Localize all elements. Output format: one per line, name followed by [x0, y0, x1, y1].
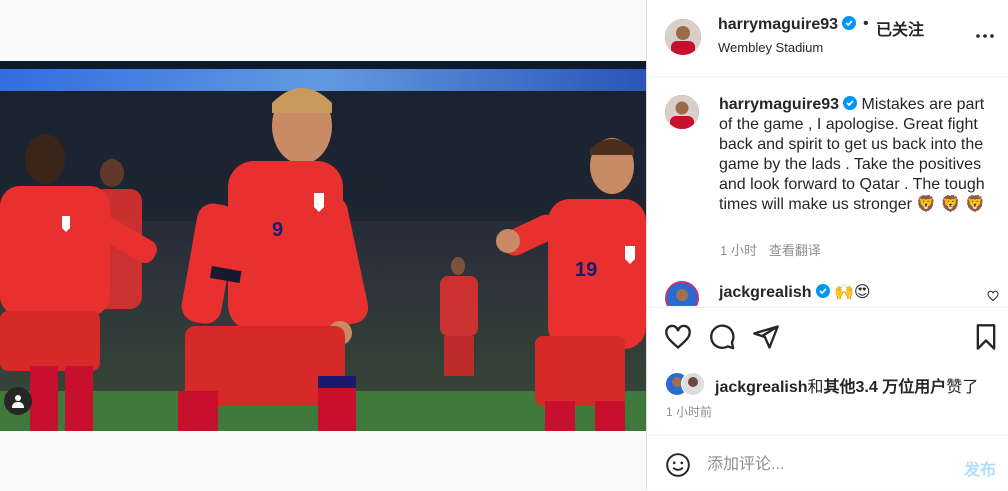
verified-icon — [843, 96, 858, 110]
small-heart-icon[interactable] — [987, 290, 999, 302]
likes-summary[interactable]: jackgrealish和其他3.4 万位用户赞了 — [715, 373, 978, 397]
comments-section[interactable]: harrymaguire93 Mistakes are part of the … — [647, 77, 1008, 306]
svg-text:19: 19 — [575, 259, 597, 281]
verified-icon — [842, 16, 857, 30]
post-header: harrymaguire93 • 已关注 Wembley Stadium — [647, 0, 1008, 77]
caption-avatar[interactable] — [665, 95, 699, 129]
comment-username[interactable]: jackgrealish — [719, 284, 812, 301]
verified-icon — [815, 284, 830, 298]
heart-icon[interactable] — [664, 323, 692, 351]
post-comment-button[interactable]: 发布 — [964, 456, 996, 480]
more-options-icon[interactable] — [973, 24, 997, 48]
comment-text: 🙌😍 — [833, 284, 871, 301]
author-avatar[interactable] — [665, 19, 701, 55]
post-details-panel: harrymaguire93 • 已关注 Wembley Stadium har… — [646, 0, 1008, 490]
post-photo[interactable]: 9 19 — [0, 61, 646, 431]
post-location[interactable]: Wembley Stadium — [718, 40, 823, 55]
svg-text:9: 9 — [272, 219, 283, 241]
follow-button[interactable]: 已关注 — [876, 16, 924, 40]
share-icon[interactable] — [752, 323, 780, 351]
comment-icon[interactable] — [708, 323, 736, 351]
translate-link[interactable]: 查看翻译 — [769, 243, 821, 258]
caption-meta: 1 小时 查看翻译 — [720, 240, 821, 259]
tag-user-icon — [12, 395, 24, 408]
commenter-avatar[interactable] — [665, 281, 699, 306]
author-username[interactable]: harrymaguire93 — [718, 16, 857, 34]
post-timestamp[interactable]: 1 小时前 — [666, 403, 712, 420]
caption: harrymaguire93 Mistakes are part of the … — [719, 95, 997, 215]
caption-time: 1 小时 — [720, 243, 757, 258]
bookmark-icon[interactable] — [972, 323, 1000, 351]
comment-jackgrealish: jackgrealish 🙌😍 — [719, 282, 871, 302]
caption-username[interactable]: harrymaguire93 — [719, 96, 839, 113]
tag-user-button[interactable] — [4, 387, 32, 415]
comment-input[interactable] — [707, 448, 937, 482]
comment-composer: 发布 — [647, 435, 1008, 491]
emoji-icon[interactable] — [665, 452, 691, 478]
liker-avatar[interactable] — [681, 372, 705, 396]
caption-body: Mistakes are part of the game , I apolog… — [719, 96, 986, 213]
action-bar: jackgrealish和其他3.4 万位用户赞了 1 小时前 — [647, 307, 1008, 436]
media-pane: 9 19 — [0, 0, 646, 490]
separator-dot: • — [863, 15, 869, 32]
